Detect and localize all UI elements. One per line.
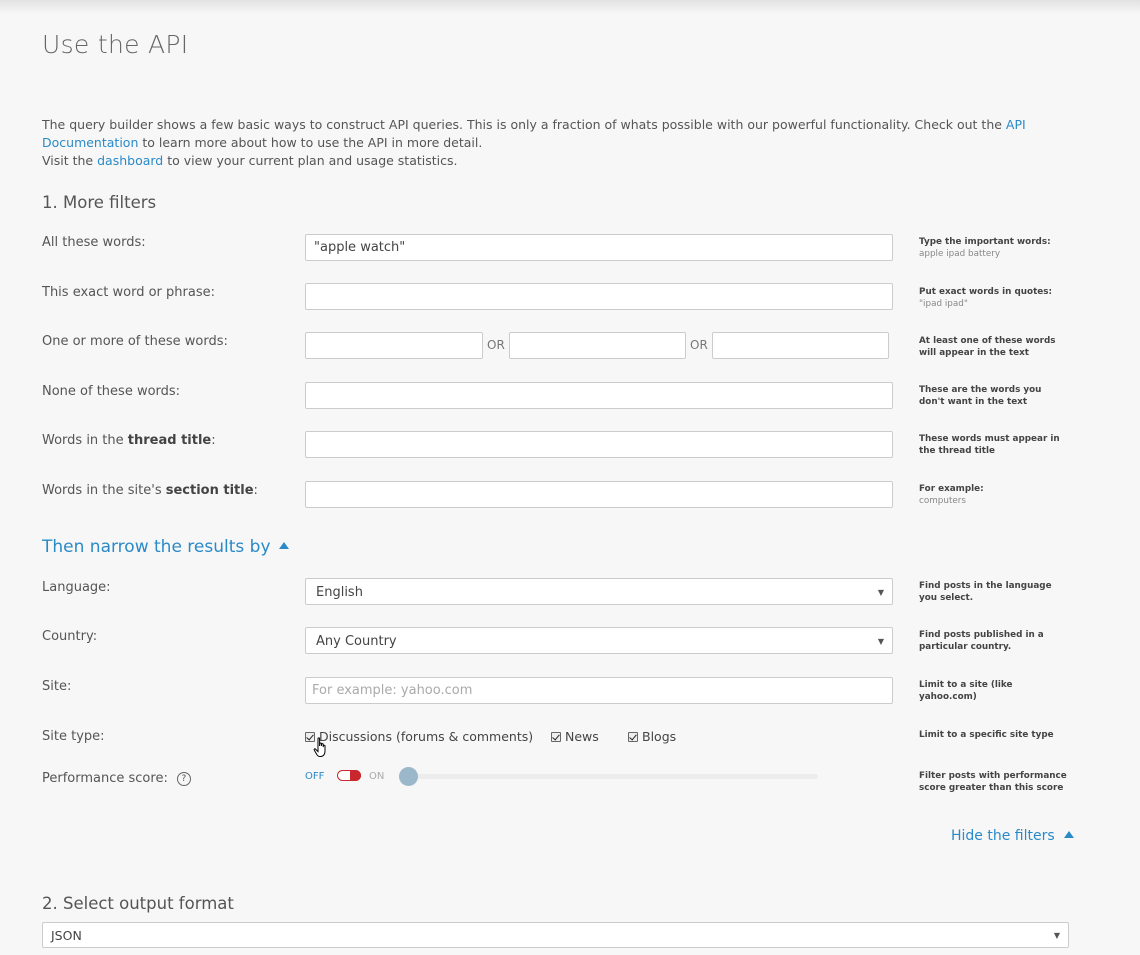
any-words-label: One or more of these words: [42, 334, 228, 349]
performance-slider-handle[interactable] [399, 767, 418, 786]
thread-title-label: Words in the thread title: [42, 433, 216, 448]
hint-example: computers [919, 496, 967, 506]
language-select[interactable]: English ▼ [305, 578, 893, 605]
performance-slider-track[interactable] [408, 774, 818, 779]
all-words-input[interactable] [305, 234, 893, 261]
hint-title: For example: [919, 484, 984, 494]
news-checkbox[interactable]: News [551, 729, 599, 744]
none-words-label: None of these words: [42, 384, 181, 399]
site-hint: Limit to a site (like yahoo.com) [919, 679, 1039, 703]
triangle-up-icon [278, 542, 289, 549]
hint-title: At least one of these words will appear … [919, 336, 1056, 358]
toggle-knob [350, 770, 361, 781]
hint-example: "ipad ipad" [919, 299, 968, 309]
label-text: : [211, 433, 216, 448]
language-label: Language: [42, 580, 111, 595]
narrow-results-toggle[interactable]: Then narrow the results by [42, 537, 289, 557]
checkbox-label: News [565, 729, 599, 744]
language-hint: Find posts in the language you select. [919, 580, 1059, 604]
output-format-heading: 2. Select output format [42, 894, 234, 913]
site-type-hint: Limit to a specific site type [919, 729, 1069, 741]
label-text: Words in the site's [42, 483, 166, 498]
performance-score-text: Performance score: [42, 771, 168, 786]
triangle-up-icon [1063, 831, 1074, 838]
country-select[interactable]: Any Country ▼ [305, 627, 893, 654]
output-format-select[interactable]: JSON ▼ [42, 922, 1069, 948]
hide-filters-label: Hide the filters [951, 828, 1055, 844]
performance-score-label: Performance score:? [42, 771, 191, 786]
performance-hint: Filter posts with performance score grea… [919, 770, 1074, 794]
country-hint: Find posts published in a particular cou… [919, 629, 1049, 653]
any-words-hint: At least one of these words will appear … [919, 335, 1069, 359]
intro-text-part: to learn more about how to use the API i… [138, 135, 483, 150]
section-title-input[interactable] [305, 481, 893, 508]
language-selected-value: English [316, 585, 363, 600]
any-words-input-3[interactable] [712, 332, 889, 359]
toggle-on-label: ON [369, 771, 385, 782]
dropdown-arrow-icon: ▼ [877, 637, 884, 646]
label-bold-text: thread title [127, 433, 212, 448]
hint-title: These are the words you don't want in th… [919, 385, 1042, 407]
checkbox-checked-icon [628, 732, 638, 742]
section-title-hint: For example: computers [919, 483, 1079, 507]
help-icon[interactable]: ? [176, 772, 191, 786]
blogs-checkbox[interactable]: Blogs [628, 729, 676, 744]
hint-title: These words must appear in the thread ti… [919, 434, 1060, 456]
section-title-label: Words in the site's section title: [42, 483, 258, 498]
hint-title: Limit to a site (like yahoo.com) [919, 680, 1013, 702]
narrow-results-label: Then narrow the results by [42, 537, 271, 557]
or-label: OR [690, 338, 708, 352]
any-words-input-1[interactable] [305, 332, 483, 359]
intro-text-part: Visit the [42, 153, 98, 168]
hint-example: apple ipad battery [919, 249, 1001, 259]
toggle-off-label: OFF [305, 771, 325, 782]
checkbox-checked-icon [551, 732, 561, 742]
any-words-input-2[interactable] [509, 332, 686, 359]
more-filters-heading: 1. More filters [42, 193, 157, 212]
site-type-label: Site type: [42, 729, 105, 744]
hide-filters-link[interactable]: Hide the filters [951, 828, 1074, 844]
hint-title: Filter posts with performance score grea… [919, 771, 1067, 793]
label-bold-text: section title [165, 483, 254, 498]
exact-phrase-hint: Put exact words in quotes: "ipad ipad" [919, 286, 1079, 310]
performance-toggle[interactable] [337, 770, 361, 781]
page-title: Use the API [42, 30, 189, 59]
checkbox-label: Blogs [642, 729, 677, 744]
hint-title: Type the important words: [919, 237, 1051, 247]
discussions-checkbox[interactable]: Discussions (forums & comments) [305, 729, 533, 744]
or-label: OR [487, 338, 505, 352]
none-words-hint: These are the words you don't want in th… [919, 384, 1054, 408]
dashboard-link[interactable]: dashboard [97, 153, 163, 168]
all-words-hint: Type the important words: apple ipad bat… [919, 236, 1079, 260]
label-text: Words in the [42, 433, 128, 448]
intro-text-part: The query builder shows a few basic ways… [42, 117, 1006, 132]
site-input[interactable] [305, 677, 893, 704]
country-selected-value: Any Country [316, 634, 397, 649]
exact-phrase-label: This exact word or phrase: [42, 285, 215, 300]
hint-title: Find posts published in a particular cou… [919, 630, 1044, 652]
none-words-input[interactable] [305, 382, 893, 409]
thread-title-input[interactable] [305, 431, 893, 458]
label-text: : [253, 483, 258, 498]
output-format-selected-value: JSON [51, 928, 82, 943]
checkbox-label: Discussions (forums & comments) [319, 729, 534, 744]
all-words-label: All these words: [42, 235, 146, 250]
hand-pointer-cursor-icon [313, 737, 326, 757]
intro-text-part: to view your current plan and usage stat… [163, 153, 458, 168]
dropdown-arrow-icon: ▼ [1053, 931, 1060, 940]
top-shadow [0, 0, 1140, 14]
intro-text: The query builder shows a few basic ways… [42, 116, 1052, 170]
dropdown-arrow-icon: ▼ [877, 588, 884, 597]
hint-title: Put exact words in quotes: [919, 287, 1053, 297]
site-label: Site: [42, 679, 72, 694]
country-label: Country: [42, 629, 98, 644]
hint-title: Limit to a specific site type [919, 730, 1054, 740]
thread-title-hint: These words must appear in the thread ti… [919, 433, 1069, 457]
exact-phrase-input[interactable] [305, 283, 893, 310]
hint-title: Find posts in the language you select. [919, 581, 1052, 603]
